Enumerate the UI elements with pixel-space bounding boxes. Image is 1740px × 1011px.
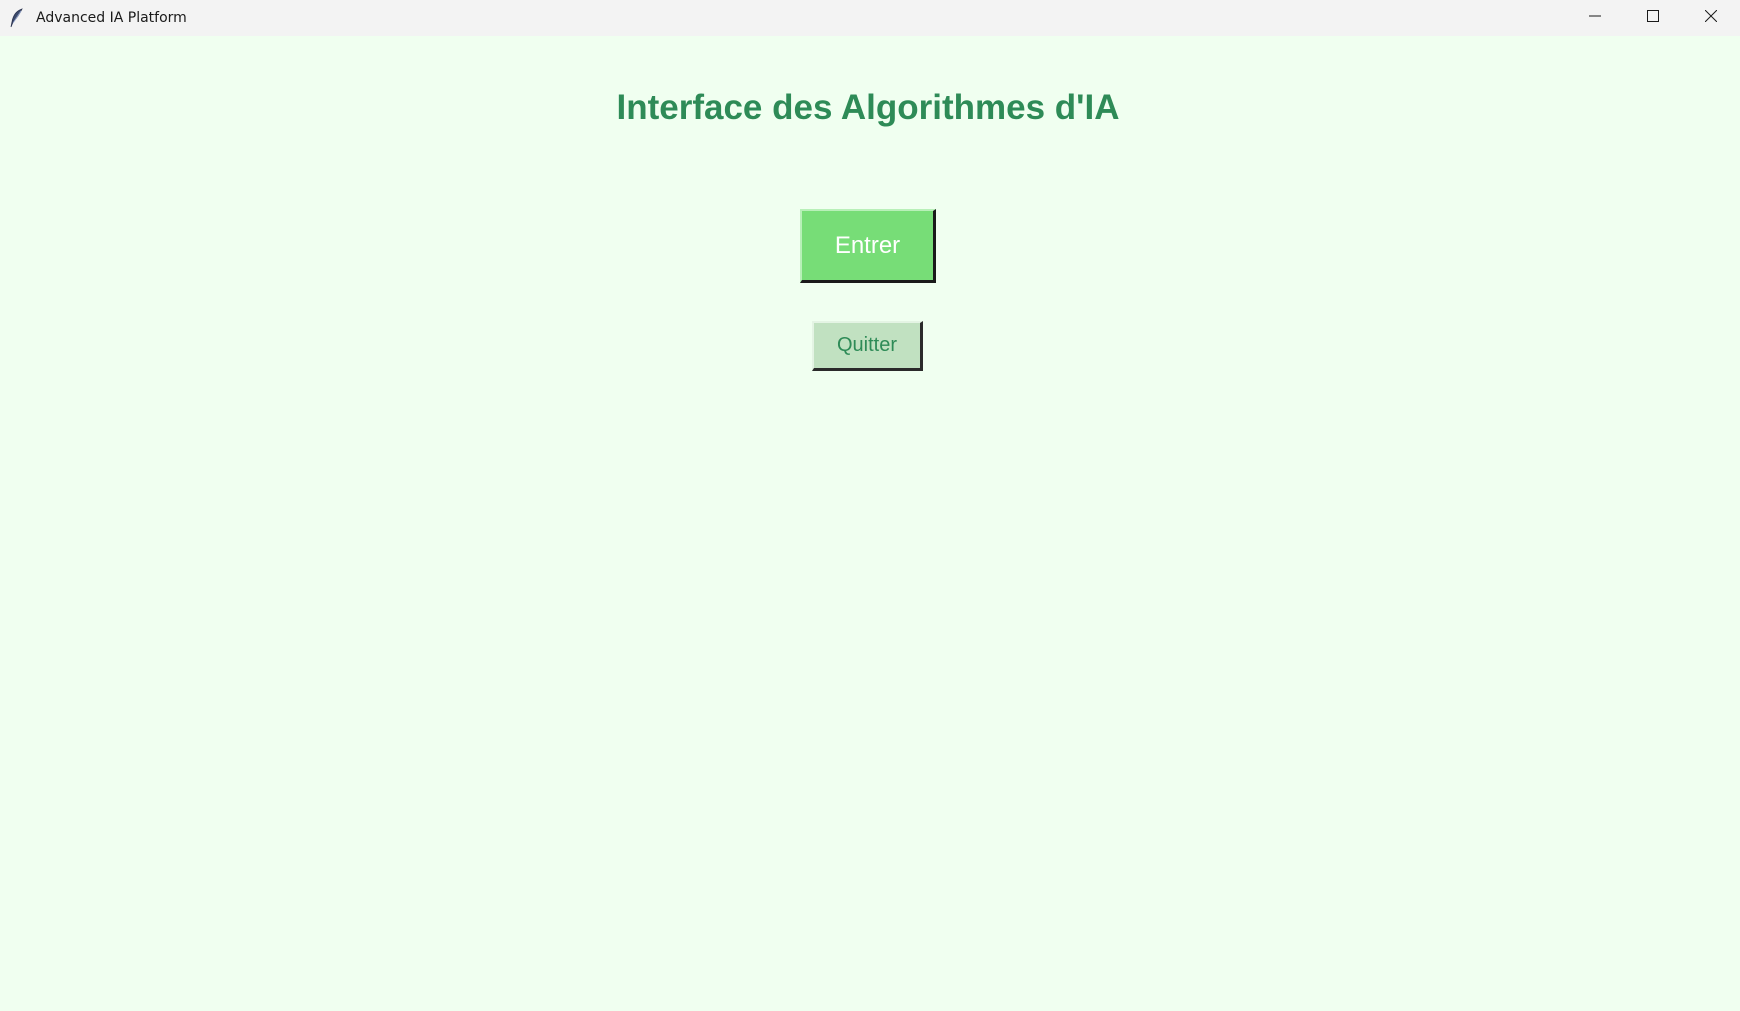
app-window: Advanced IA Platform Interface des Algor… bbox=[0, 0, 1740, 1011]
title-bar[interactable]: Advanced IA Platform bbox=[0, 0, 1740, 36]
minimize-button[interactable] bbox=[1566, 0, 1624, 36]
main-content: Interface des Algorithmes d'IA Entrer Qu… bbox=[0, 36, 1740, 1011]
feather-icon bbox=[6, 7, 28, 29]
page-title: Interface des Algorithmes d'IA bbox=[616, 88, 1120, 127]
enter-button[interactable]: Entrer bbox=[800, 209, 936, 283]
close-button[interactable] bbox=[1682, 0, 1740, 36]
close-icon bbox=[1704, 9, 1718, 27]
quit-button[interactable]: Quitter bbox=[812, 321, 923, 371]
maximize-icon bbox=[1647, 9, 1659, 27]
window-title: Advanced IA Platform bbox=[36, 10, 187, 26]
minimize-icon bbox=[1589, 9, 1601, 27]
window-controls bbox=[1566, 0, 1740, 36]
maximize-button[interactable] bbox=[1624, 0, 1682, 36]
